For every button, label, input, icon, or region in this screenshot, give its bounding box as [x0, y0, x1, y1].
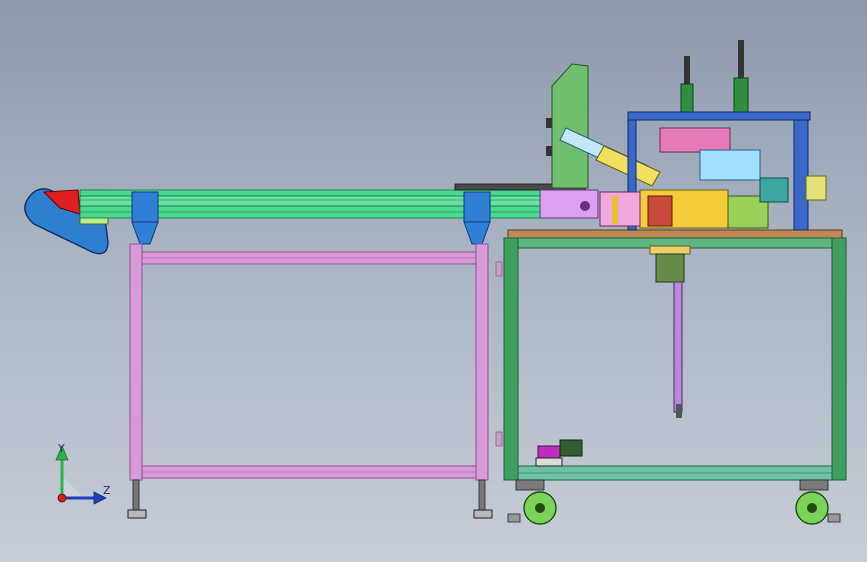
- station-tabletop: [507, 229, 843, 239]
- casters[interactable]: [507, 479, 841, 525]
- triad-z-label: Z: [103, 484, 111, 497]
- frame-leg-left: [129, 243, 143, 481]
- leveling-feet[interactable]: [127, 479, 493, 519]
- conveyor-frame[interactable]: [129, 243, 503, 481]
- station-leg-left: [503, 237, 519, 481]
- stepper-motor[interactable]: [649, 245, 691, 418]
- head-frame[interactable]: [599, 111, 827, 231]
- station-leg-right: [831, 237, 847, 481]
- triad-y-label: Y: [57, 442, 65, 455]
- bracket-left: [131, 191, 159, 223]
- cad-model[interactable]: Y Z: [0, 0, 867, 562]
- solenoid-valve[interactable]: [535, 439, 583, 467]
- frame-leg-right: [475, 243, 489, 481]
- coordinate-triad: Y Z: [55, 442, 111, 505]
- upright-plate[interactable]: [546, 63, 589, 189]
- cad-viewport[interactable]: Y Z: [0, 0, 867, 562]
- triad-origin: [57, 493, 67, 503]
- bracket-right: [463, 191, 491, 223]
